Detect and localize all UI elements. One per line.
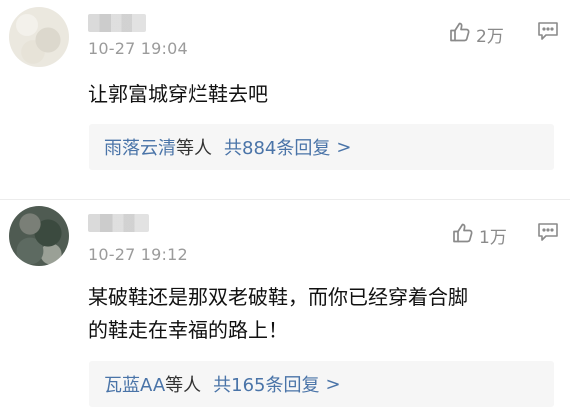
chevron-right-icon: > [325, 373, 341, 395]
reply-suffix: 等人 [165, 375, 202, 396]
thumbs-up-icon [448, 20, 472, 49]
reply-user-names[interactable]: 瓦蓝AA [104, 371, 165, 397]
comment-menu-icon[interactable] [537, 21, 559, 41]
like-button[interactable]: 2万 [448, 20, 504, 49]
comment-text: 让郭富城穿烂鞋去吧 [88, 82, 268, 106]
timestamp: 10-27 19:04 [88, 39, 188, 58]
timestamp: 10-27 19:12 [88, 245, 188, 264]
comment-menu-icon[interactable] [537, 222, 559, 242]
thumbs-up-icon [451, 221, 475, 250]
username-blurred[interactable] [88, 14, 146, 32]
like-button[interactable]: 1万 [451, 221, 507, 250]
comment-item: 10-27 19:04 2万 让郭富城穿烂鞋去吧 雨落云清 等人 共884条回复… [0, 0, 570, 200]
like-count: 2万 [476, 27, 504, 47]
comment-text: 某破鞋还是那双老破鞋，而你已经穿着合脚 的鞋走在幸福的路上！ [88, 285, 468, 342]
reply-user-names[interactable]: 雨落云清 [104, 134, 176, 160]
avatar[interactable] [9, 206, 69, 266]
chevron-right-icon: > [336, 136, 352, 158]
username-blurred[interactable] [88, 214, 149, 232]
reply-suffix: 等人 [176, 138, 212, 159]
reply-count[interactable]: 共884条回复 [224, 134, 330, 160]
reply-count[interactable]: 共165条回复 [213, 371, 319, 397]
comment-item: 10-27 19:12 1万 某破鞋还是那双老破鞋，而你已经穿着合脚 的鞋走在幸… [0, 200, 570, 413]
reply-summary[interactable]: 瓦蓝AA 等人 共165条回复 > [89, 361, 554, 407]
reply-summary[interactable]: 雨落云清 等人 共884条回复 > [89, 124, 554, 170]
like-count: 1万 [479, 228, 507, 248]
avatar[interactable] [9, 7, 69, 67]
